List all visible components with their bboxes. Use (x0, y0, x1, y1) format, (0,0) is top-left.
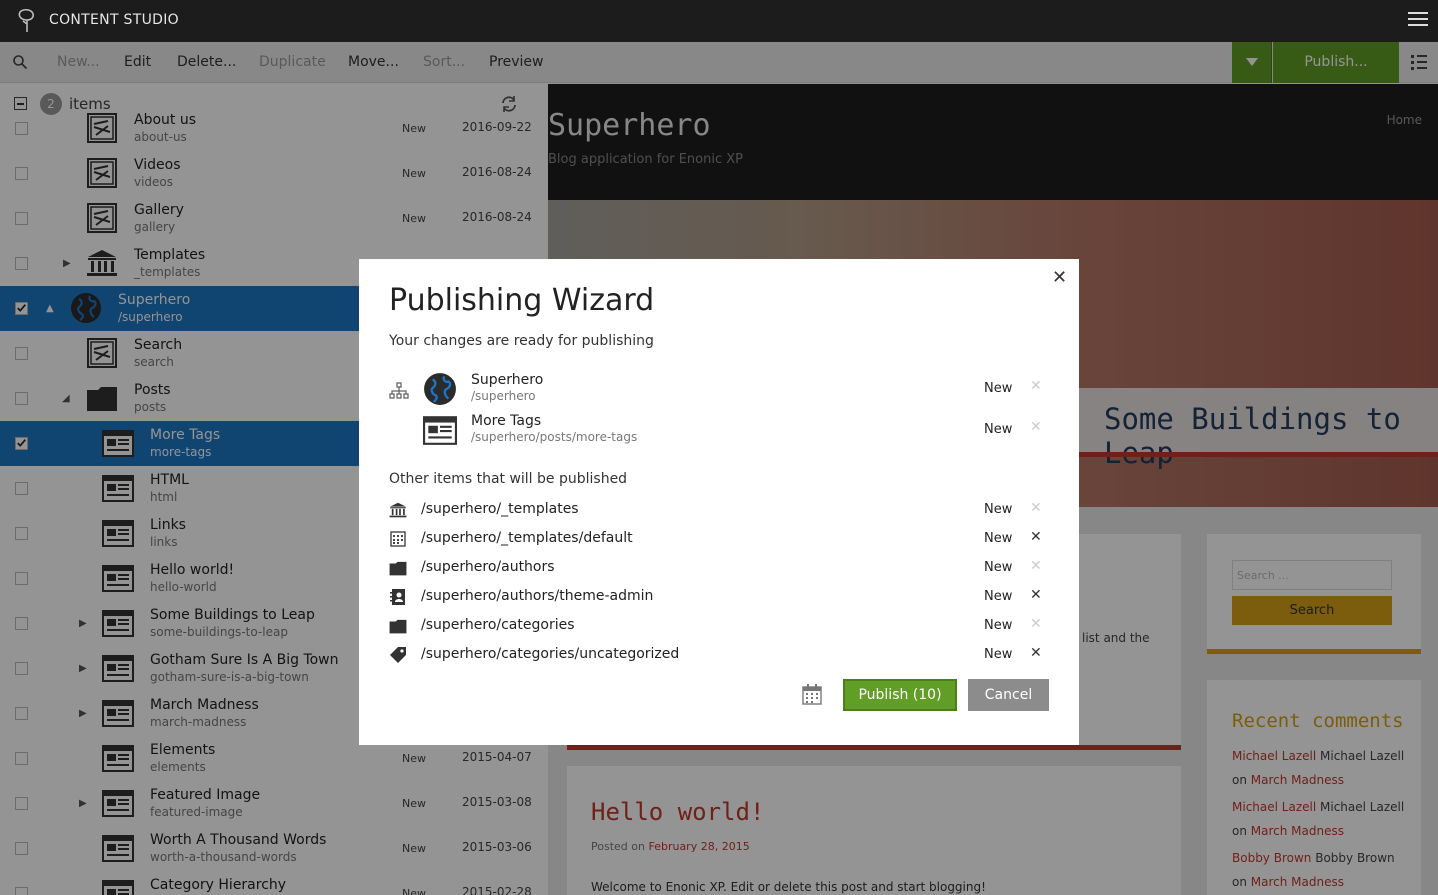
item-name: More Tags (471, 413, 542, 429)
item-path: /superhero/authors (421, 559, 555, 575)
item-path: /superhero/_templates (421, 501, 579, 517)
item-status: New (984, 589, 1013, 604)
item-path: /superhero/posts/more-tags (471, 430, 638, 444)
item-path: /superhero/categories/uncategorized (421, 646, 680, 662)
item-status: New (984, 502, 1013, 517)
dependent-item[interactable]: /superhero/categories New ✕ (389, 616, 1049, 642)
site-globe-icon (423, 372, 457, 406)
other-items-label: Other items that will be published (389, 471, 628, 487)
app-bar: CONTENT STUDIO (0, 0, 1438, 42)
folder-icon (389, 617, 407, 635)
article-icon (423, 413, 457, 447)
remove-item-icon[interactable]: ✕ (1030, 419, 1042, 435)
item-status: New (984, 647, 1013, 662)
item-status: New (984, 422, 1013, 437)
item-status: New (984, 560, 1013, 575)
templates-icon (389, 501, 407, 519)
page-template-icon (389, 530, 407, 548)
dependent-item[interactable]: /superhero/categories/uncategorized New ✕ (389, 645, 1049, 671)
remove-item-icon[interactable]: ✕ (1030, 500, 1042, 516)
dependent-item[interactable]: /superhero/authors/theme-admin New ✕ (389, 587, 1049, 613)
publish-now-button[interactable]: Publish (10) (843, 679, 957, 711)
calendar-icon[interactable] (802, 683, 822, 705)
remove-item-icon[interactable]: ✕ (1030, 558, 1042, 574)
close-icon[interactable]: ✕ (1052, 267, 1067, 288)
menu-icon[interactable] (1408, 12, 1428, 28)
item-path: /superhero/authors/theme-admin (421, 588, 654, 604)
author-icon (389, 588, 407, 606)
app-title: CONTENT STUDIO (49, 12, 179, 28)
item-path: /superhero (471, 389, 536, 403)
dependent-item[interactable]: /superhero/_templates/default New ✕ (389, 529, 1049, 555)
item-path: /superhero/categories (421, 617, 575, 633)
dependent-item[interactable]: /superhero/_templates New ✕ (389, 500, 1049, 526)
item-path: /superhero/_templates/default (421, 530, 633, 546)
item-status: New (984, 531, 1013, 546)
remove-item-icon[interactable]: ✕ (1030, 529, 1042, 545)
dialog-title: Publishing Wizard (389, 283, 655, 318)
dependent-item[interactable]: /superhero/authors New ✕ (389, 558, 1049, 584)
content-studio-logo-icon[interactable] (14, 8, 40, 34)
publish-item[interactable]: Superhero/superhero New ✕ (419, 372, 1049, 410)
remove-item-icon[interactable]: ✕ (1030, 616, 1042, 632)
remove-item-icon[interactable]: ✕ (1030, 645, 1042, 661)
remove-item-icon[interactable]: ✕ (1030, 587, 1042, 603)
folder-icon (389, 559, 407, 577)
dialog-subtitle: Your changes are ready for publishing (389, 333, 654, 349)
publishing-wizard-dialog: ✕ Publishing Wizard Your changes are rea… (359, 259, 1079, 745)
remove-item-icon[interactable]: ✕ (1030, 378, 1042, 394)
item-status: New (984, 618, 1013, 633)
cancel-button[interactable]: Cancel (968, 679, 1049, 711)
include-children-tree-icon[interactable] (389, 382, 409, 400)
tag-icon (389, 646, 407, 664)
item-status: New (984, 381, 1013, 396)
item-name: Superhero (471, 372, 544, 388)
publish-item[interactable]: More Tags/superhero/posts/more-tags New ✕ (419, 413, 1049, 451)
